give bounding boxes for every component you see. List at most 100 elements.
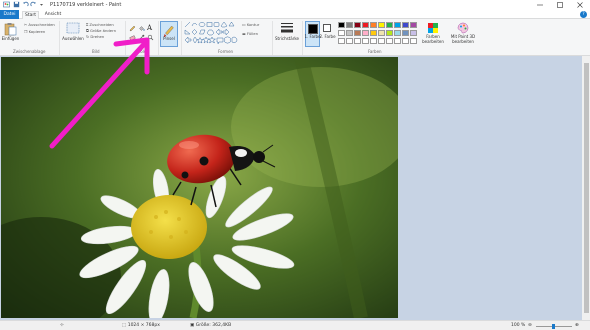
resize-button[interactable]: ⧉ Größe ändern bbox=[86, 28, 116, 33]
close-button[interactable] bbox=[570, 0, 590, 10]
image-dimensions: 1024 × 768px bbox=[127, 323, 160, 328]
palette-color-swatch[interactable] bbox=[370, 22, 377, 28]
close-icon bbox=[577, 2, 583, 8]
customize-quick-access-icon[interactable] bbox=[38, 1, 45, 8]
paint3d-label[interactable]: Mit Paint 3D bearbeiten bbox=[448, 34, 478, 44]
edit-colors-icon[interactable] bbox=[427, 22, 439, 34]
eraser-icon[interactable] bbox=[129, 34, 136, 41]
palette-color-swatch[interactable] bbox=[410, 38, 417, 44]
rotate-button[interactable]: ↻ Drehen bbox=[86, 34, 104, 39]
palette-color-swatch[interactable] bbox=[370, 38, 377, 44]
zoom-slider[interactable] bbox=[536, 324, 572, 329]
ribbon-tabs: Datei Start Ansicht ? bbox=[0, 10, 590, 20]
shape-fill-button[interactable]: ▬ Füllen bbox=[242, 31, 258, 36]
crop-icon: ⌗ bbox=[86, 22, 89, 27]
palette-color-swatch[interactable] bbox=[346, 22, 353, 28]
palette-color-swatch[interactable] bbox=[346, 30, 353, 36]
dimensions-icon: ⬚ bbox=[122, 323, 127, 328]
ribbon: Einfügen ✂ Ausschneiden ❐ Kopieren Zwisc… bbox=[0, 19, 590, 56]
zoom-level: 100 % bbox=[511, 323, 526, 328]
title-bar: P1170719 verkleinert - Paint bbox=[0, 0, 590, 10]
palette-color-swatch[interactable] bbox=[402, 38, 409, 44]
clipboard-group-label: Zwischenablage bbox=[13, 49, 46, 54]
canvas-image[interactable] bbox=[1, 57, 398, 318]
palette-color-swatch[interactable] bbox=[362, 22, 369, 28]
crop-label: Zuschneiden bbox=[89, 22, 114, 27]
shape-outline-button[interactable]: ▭ Kontur bbox=[242, 22, 259, 27]
palette-color-swatch[interactable] bbox=[410, 22, 417, 28]
palette-color-swatch[interactable] bbox=[354, 38, 361, 44]
ribbon-separator bbox=[125, 21, 126, 55]
zoom-out-button[interactable]: ⊖ bbox=[528, 323, 532, 328]
palette-color-swatch[interactable] bbox=[386, 22, 393, 28]
palette-color-swatch[interactable] bbox=[378, 22, 385, 28]
palette-color-swatch[interactable] bbox=[402, 30, 409, 36]
maximize-icon bbox=[557, 2, 563, 8]
color1-swatch bbox=[308, 24, 318, 34]
cut-button[interactable]: ✂ Ausschneiden bbox=[24, 22, 55, 27]
magnifier-icon[interactable] bbox=[147, 34, 154, 41]
palette-color-swatch[interactable] bbox=[354, 30, 361, 36]
color2-label: 2. Farbe bbox=[319, 34, 336, 39]
palette-color-swatch[interactable] bbox=[378, 38, 385, 44]
brushes-button[interactable] bbox=[160, 21, 178, 47]
shapes-group-label: Formen bbox=[218, 49, 234, 54]
ribbon-separator bbox=[59, 21, 60, 55]
palette-color-swatch[interactable] bbox=[386, 38, 393, 44]
palette-color-swatch[interactable] bbox=[410, 30, 417, 36]
palette-color-swatch[interactable] bbox=[394, 22, 401, 28]
palette-color-swatch[interactable] bbox=[378, 30, 385, 36]
palette-color-swatch[interactable] bbox=[362, 38, 369, 44]
status-bar: ⊹ ⬚ 1024 × 768px ▣ Größe: 362,4KB 100 % … bbox=[0, 320, 590, 330]
fill-bucket-icon[interactable] bbox=[138, 25, 145, 32]
palette-color-swatch[interactable] bbox=[346, 38, 353, 44]
select-button-label[interactable]: Auswählen bbox=[62, 36, 84, 42]
palette-color-swatch[interactable] bbox=[394, 30, 401, 36]
ribbon-separator bbox=[302, 21, 303, 55]
text-tool-icon[interactable]: A bbox=[147, 24, 154, 32]
fill-label: Füllen bbox=[246, 31, 259, 36]
zoom-slider-thumb[interactable] bbox=[552, 324, 555, 329]
palette-color-swatch[interactable] bbox=[386, 30, 393, 36]
crop-button[interactable]: ⌗ Zuschneiden bbox=[86, 22, 114, 27]
vertical-scrollbar[interactable] bbox=[582, 56, 590, 320]
palette-color-swatch[interactable] bbox=[362, 30, 369, 36]
undo-icon[interactable] bbox=[22, 1, 29, 8]
outline-icon: ▭ bbox=[242, 22, 246, 27]
palette-color-swatch[interactable] bbox=[338, 38, 345, 44]
paint-app-icon[interactable] bbox=[3, 1, 10, 8]
color-picker-icon[interactable] bbox=[138, 34, 145, 41]
stroke-size-label[interactable]: Strichstärke bbox=[273, 36, 301, 42]
paste-icon[interactable] bbox=[4, 22, 17, 36]
redo-icon[interactable] bbox=[30, 1, 37, 8]
tab-file[interactable]: Datei bbox=[0, 10, 19, 19]
scrollbar-thumb[interactable] bbox=[583, 63, 589, 313]
window-title: P1170719 verkleinert - Paint bbox=[50, 1, 122, 8]
resize-label: Größe ändern bbox=[89, 28, 116, 33]
palette-color-swatch[interactable] bbox=[338, 30, 345, 36]
select-icon[interactable] bbox=[66, 22, 80, 35]
paste-button-label[interactable]: Einfügen bbox=[1, 36, 20, 42]
brushes-label: Pinsel bbox=[163, 36, 175, 41]
cut-label: Ausschneiden bbox=[28, 22, 55, 27]
palette-color-swatch[interactable] bbox=[394, 38, 401, 44]
edit-colors-label[interactable]: Farben bearbeiten bbox=[420, 34, 446, 44]
copy-button[interactable]: ❐ Kopieren bbox=[24, 29, 45, 34]
palette-color-swatch[interactable] bbox=[354, 22, 361, 28]
brush-icon bbox=[163, 25, 174, 38]
minimize-button[interactable] bbox=[530, 0, 550, 10]
save-icon[interactable] bbox=[13, 1, 20, 8]
palette-color-swatch[interactable] bbox=[370, 30, 377, 36]
color2-swatch[interactable] bbox=[323, 24, 331, 32]
zoom-in-button[interactable]: ⊕ bbox=[575, 323, 579, 328]
canvas-workspace[interactable] bbox=[0, 56, 582, 320]
help-icon[interactable]: ? bbox=[580, 11, 587, 18]
tab-view[interactable]: Ansicht bbox=[42, 11, 64, 19]
paint3d-icon[interactable] bbox=[457, 22, 469, 34]
maximize-button[interactable] bbox=[550, 0, 570, 10]
palette-color-swatch[interactable] bbox=[402, 22, 409, 28]
pencil-icon[interactable] bbox=[129, 25, 136, 32]
palette-color-swatch[interactable] bbox=[338, 22, 345, 28]
shapes-gallery[interactable] bbox=[184, 21, 239, 46]
stroke-size-icon[interactable] bbox=[280, 22, 294, 34]
